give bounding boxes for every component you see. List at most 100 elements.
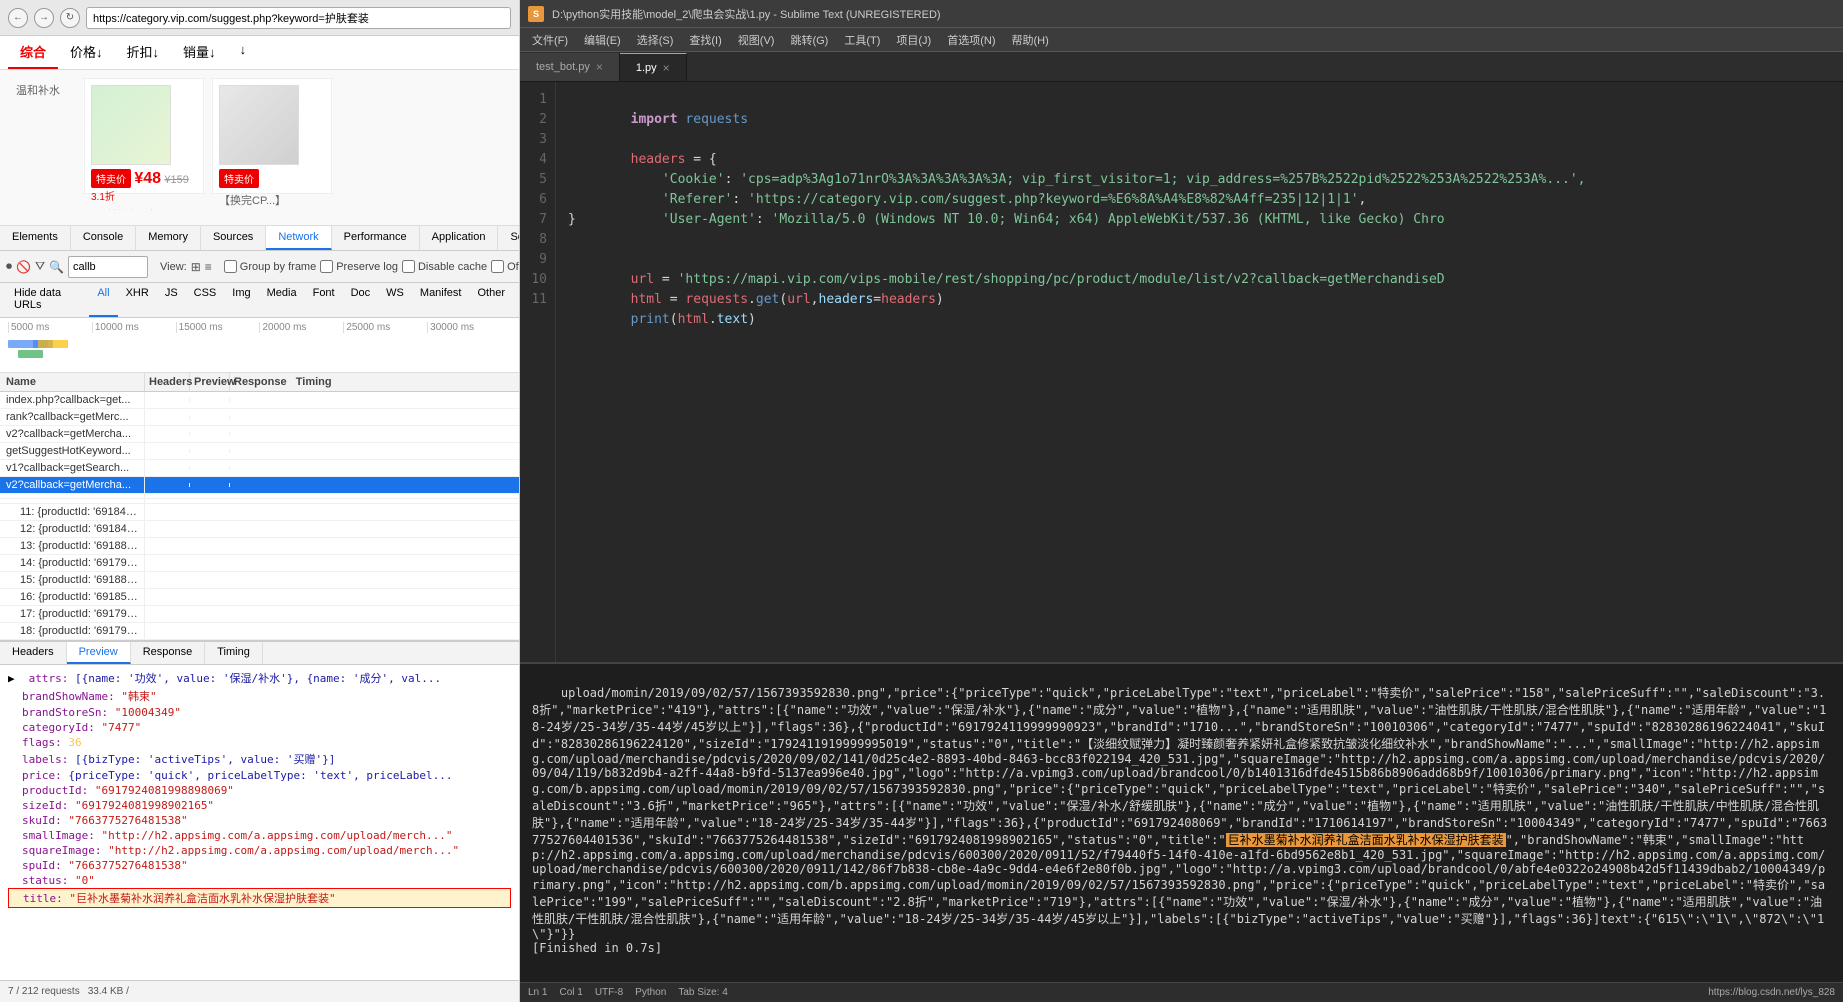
tree-item[interactable]: spuId: "7663775276481538" (8, 858, 511, 873)
network-row[interactable]: rank?callback=getMerc... (0, 409, 519, 426)
filter-input[interactable] (68, 256, 148, 278)
tree-item[interactable]: brandStoreSn: "10004349" (8, 705, 511, 720)
subtab-manifest[interactable]: Manifest (412, 283, 470, 317)
view-icon-1[interactable]: ⊞ (191, 258, 201, 276)
tree-item[interactable]: smallImage: "http://h2.appsimg.com/a.app… (8, 828, 511, 843)
menu-help[interactable]: 帮助(H) (1004, 29, 1057, 51)
preserve-log-label[interactable]: Preserve log (320, 260, 398, 273)
subtab-ws[interactable]: WS (378, 283, 412, 317)
subtab-hide-data-urls[interactable]: Hide data URLs (6, 283, 89, 317)
tree-item-title[interactable]: title: "巨补水墨菊补水润养礼盒洁面水乳补水保湿护肤套装" (8, 888, 511, 908)
network-row[interactable]: 13: {productId: '6918879054... (0, 538, 519, 555)
var-url2: url (787, 292, 810, 307)
network-row[interactable]: 16: {productId: '6918524324... (0, 589, 519, 606)
clear-icon[interactable]: 🚫 (16, 258, 31, 276)
req-tab-headers[interactable]: Headers (0, 642, 67, 664)
subtab-all[interactable]: All (89, 283, 117, 317)
tab-test-bot[interactable]: test_bot.py × (520, 53, 620, 81)
tree-item[interactable]: flags: 36 (8, 735, 511, 750)
menu-find[interactable]: 查找(I) (681, 29, 729, 51)
network-row-selected[interactable]: v2?callback=getMercha... (0, 477, 519, 494)
tree-value-title: "巨补水墨菊补水润养礼盒洁面水乳补水保湿护肤套装" (69, 892, 335, 905)
tab-more[interactable]: ↓ (228, 36, 259, 69)
tab-sources[interactable]: Sources (201, 226, 266, 250)
tab-综合[interactable]: 综合 (8, 36, 58, 69)
subtab-css[interactable]: CSS (186, 283, 225, 317)
network-row[interactable]: index.php?callback=get... (0, 392, 519, 409)
req-tab-timing[interactable]: Timing (205, 642, 263, 664)
nav-forward-button[interactable]: → (34, 8, 54, 28)
tab-折扣[interactable]: 折扣↓ (115, 36, 172, 69)
tree-item[interactable]: sizeId: "6917924081998902165" (8, 798, 511, 813)
network-row[interactable]: v2?callback=getMercha... (0, 426, 519, 443)
tab-memory[interactable]: Memory (136, 226, 201, 250)
product-card-2[interactable]: 特卖价 【换完CP...】 拯救毛孔补水洁面礼盒 (212, 78, 332, 194)
network-row[interactable]: 18: {productId: '6917924119... (0, 623, 519, 640)
disable-cache-label[interactable]: Disable cache (402, 260, 487, 273)
view-icon-2[interactable]: ≡ (205, 258, 212, 276)
tab-performance[interactable]: Performance (332, 226, 420, 250)
address-bar[interactable] (86, 7, 511, 29)
network-row[interactable]: 15: {productId: '6918808484... (0, 572, 519, 589)
menu-file[interactable]: 文件(F) (524, 29, 576, 51)
menu-project[interactable]: 项目(J) (888, 29, 939, 51)
group-by-frame-checkbox[interactable] (224, 260, 237, 273)
tree-item[interactable]: squareImage: "http://h2.appsimg.com/a.ap… (8, 843, 511, 858)
subtab-other[interactable]: Other (469, 283, 513, 317)
subtab-media[interactable]: Media (259, 283, 305, 317)
code-content[interactable]: import requests headers = { 'Cookie': 'c… (556, 82, 1843, 662)
tab-1py[interactable]: 1.py × (620, 53, 687, 81)
menu-preferences[interactable]: 首选项(N) (939, 29, 1003, 51)
tree-item[interactable]: labels: [{bizType: 'activeTips', value: … (8, 750, 511, 768)
network-row[interactable]: 17: {productId: '6917924119... (0, 606, 519, 623)
subtab-img[interactable]: Img (224, 283, 258, 317)
tree-item[interactable]: productId: "6917924081998898069" (8, 783, 511, 798)
tree-item[interactable]: status: "0" (8, 873, 511, 888)
network-row[interactable]: v1?callback=getSearch... (0, 460, 519, 477)
tab-test-bot-close[interactable]: × (596, 60, 603, 74)
filter-icon[interactable]: ⛛ (35, 258, 45, 276)
tree-item[interactable]: categoryId: "7477" (8, 720, 511, 735)
disable-cache-checkbox[interactable] (402, 260, 415, 273)
tab-价格[interactable]: 价格↓ (58, 36, 115, 69)
tree-expand-icon[interactable]: ▶ (8, 672, 22, 685)
search-icon[interactable]: 🔍 (49, 258, 64, 276)
nav-back-button[interactable]: ← (8, 8, 28, 28)
tree-item[interactable]: skuId: "7663775276481538" (8, 813, 511, 828)
subtab-js[interactable]: JS (157, 283, 186, 317)
menu-edit[interactable]: 编辑(E) (576, 29, 629, 51)
product-card-1[interactable]: 特卖价 ¥48 ¥159 3.1折 【除螨祛痘去黑头】控油绿茶泡膜 (84, 78, 204, 194)
tab-销量[interactable]: 销量↓ (171, 36, 228, 69)
subtab-font[interactable]: Font (305, 283, 343, 317)
record-icon[interactable]: ⏺ (6, 258, 12, 276)
menu-view[interactable]: 视图(V) (730, 29, 783, 51)
tab-network[interactable]: Network (266, 226, 331, 250)
tab-1py-close[interactable]: × (663, 61, 670, 75)
req-tab-preview[interactable]: Preview (67, 642, 131, 664)
tree-item[interactable]: brandShowName: "韩束" (8, 687, 511, 705)
offline-checkbox[interactable] (491, 260, 504, 273)
group-by-frame-label[interactable]: Group by frame (224, 260, 316, 273)
offline-label[interactable]: Offlin (491, 260, 520, 273)
subtab-xhr[interactable]: XHR (118, 283, 157, 317)
preserve-log-checkbox[interactable] (320, 260, 333, 273)
nav-refresh-button[interactable]: ↻ (60, 8, 80, 28)
subtab-doc[interactable]: Doc (343, 283, 379, 317)
tree-item[interactable]: price: {priceType: 'quick', priceLabelTy… (8, 768, 511, 783)
menu-goto[interactable]: 跳转(G) (782, 29, 836, 51)
tree-key: status: (22, 874, 68, 887)
tab-console[interactable]: Console (71, 226, 136, 250)
product-cards: 特卖价 ¥48 ¥159 3.1折 【除螨祛痘去黑头】控油绿茶泡膜 特卖价 【换… (76, 78, 340, 202)
tab-security[interactable]: Security (498, 226, 519, 250)
menu-tools[interactable]: 工具(T) (836, 29, 888, 51)
req-tab-response[interactable]: Response (131, 642, 206, 664)
network-row[interactable]: 12: {productId: '6918479282259...' (0, 521, 519, 538)
tree-item[interactable]: ▶ attrs: [{name: '功效', value: '保湿/补水'}, … (8, 669, 511, 687)
network-row[interactable]: 11: {productId: '6918449056102...' (0, 504, 519, 521)
network-row[interactable]: 14: {productId: '6917924077... (0, 555, 519, 572)
menu-selection[interactable]: 选择(S) (629, 29, 682, 51)
tab-elements[interactable]: Elements (0, 226, 71, 250)
network-row[interactable]: getSuggestHotKeyword... (0, 443, 519, 460)
code-line-1: import requests (568, 90, 1831, 110)
tab-application[interactable]: Application (420, 226, 499, 250)
